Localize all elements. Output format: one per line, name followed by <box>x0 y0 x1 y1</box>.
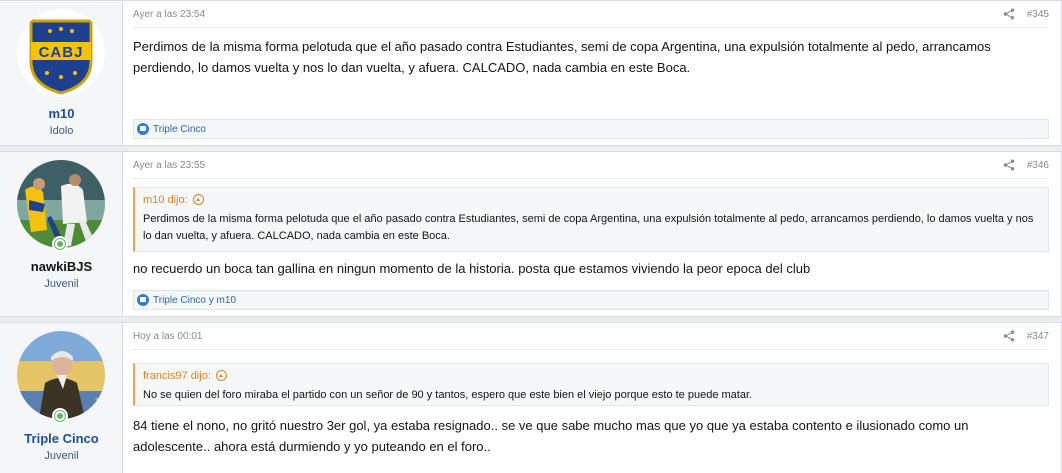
share-icon[interactable] <box>1003 330 1015 342</box>
quote-author[interactable]: m10 dijo: <box>143 194 188 206</box>
quote-body: Perdimos de la misma forma pelotuda que … <box>143 213 1034 242</box>
share-icon[interactable] <box>1003 159 1015 171</box>
post-meta: Ayer a las 23:54 #345 <box>133 8 1049 23</box>
post-content: Ayer a las 23:54 #345 Perdimos de la mis… <box>123 1 1061 145</box>
post-number[interactable]: #345 <box>1027 9 1049 20</box>
avatar[interactable]: 7 <box>17 331 105 419</box>
cabj-badge-avatar: CABJ <box>17 9 105 97</box>
post-date[interactable]: Ayer a las 23:55 <box>133 160 205 171</box>
quote-header[interactable]: francis97 dijo: <box>135 364 1048 384</box>
reactions-bar[interactable]: Triple Cinco y m10 <box>133 290 1049 310</box>
post-346: nawkiBJS Juvenil Ayer a las 23:55 #346 m… <box>0 151 1062 317</box>
quote-block: francis97 dijo: No se quien del foro mir… <box>133 363 1049 406</box>
divider <box>133 27 1049 28</box>
online-status-icon <box>52 408 68 424</box>
online-status-icon <box>52 236 68 252</box>
quote-body: No se quien del foro miraba el partido c… <box>143 389 753 401</box>
divider <box>133 178 1049 179</box>
user-info: nawkiBJS Juvenil <box>0 152 123 316</box>
post-body: no recuerdo un boca tan gallina en ningu… <box>133 261 811 276</box>
post-347: 7 Triple Cinco Juvenil Hoy a las 00:01 #… <box>0 322 1062 473</box>
username[interactable]: m10 <box>0 106 123 121</box>
post-345: CABJ m10 Idolo Ayer a las 23:54 #345 Per… <box>0 0 1062 146</box>
quote-block: m10 dijo: Perdimos de la misma forma pel… <box>133 187 1049 252</box>
quote-header[interactable]: m10 dijo: <box>135 188 1048 208</box>
avatar[interactable] <box>17 160 105 248</box>
portrait-photo-avatar: 7 <box>17 331 105 419</box>
post-date[interactable]: Hoy a las 00:01 <box>133 331 203 342</box>
share-icon[interactable] <box>1003 8 1015 20</box>
post-number[interactable]: #346 <box>1027 160 1049 171</box>
post-date[interactable]: Ayer a las 23:54 <box>133 9 205 20</box>
reactions-users[interactable]: Triple Cinco y m10 <box>153 295 236 306</box>
reactions-users[interactable]: Triple Cinco <box>153 124 206 135</box>
user-title: Juvenil <box>44 450 79 462</box>
avatar-text: CABJ <box>39 44 84 61</box>
user-title: Idolo <box>49 125 74 137</box>
reactions-bar[interactable]: Triple Cinco <box>133 119 1049 139</box>
user-info: 7 Triple Cinco Juvenil <box>0 323 123 473</box>
post-content: Ayer a las 23:55 #346 m10 dijo: Perdimos… <box>123 152 1061 316</box>
svg-text:7: 7 <box>95 397 100 407</box>
post-meta: Ayer a las 23:55 #346 <box>133 159 1049 174</box>
like-icon <box>137 123 149 135</box>
arrow-up-circle-icon[interactable] <box>192 194 204 205</box>
thread: CABJ m10 Idolo Ayer a las 23:54 #345 Per… <box>0 0 1062 473</box>
quote-author[interactable]: francis97 dijo: <box>143 370 211 382</box>
football-photo-avatar <box>17 160 105 248</box>
post-content: Hoy a las 00:01 #347 francis97 dijo: No … <box>123 323 1061 473</box>
post-meta: Hoy a las 00:01 #347 <box>133 330 1049 345</box>
divider <box>133 349 1049 350</box>
post-body: Perdimos de la misma forma pelotuda que … <box>133 39 991 75</box>
username[interactable]: Triple Cinco <box>0 431 123 446</box>
post-body: 84 tiene el nono, no gritó nuestro 3er g… <box>133 418 969 454</box>
avatar[interactable]: CABJ <box>17 9 105 97</box>
user-info: CABJ m10 Idolo <box>0 1 123 145</box>
like-icon <box>137 294 149 306</box>
arrow-up-circle-icon[interactable] <box>215 370 227 381</box>
post-number[interactable]: #347 <box>1027 331 1049 342</box>
user-title: Juvenil <box>44 278 79 290</box>
username[interactable]: nawkiBJS <box>0 259 123 274</box>
